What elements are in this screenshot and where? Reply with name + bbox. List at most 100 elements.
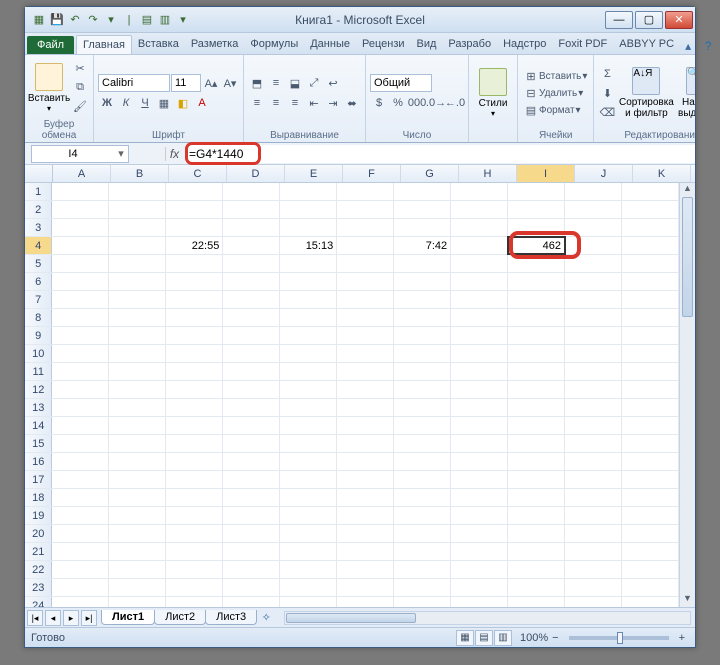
cell-G6[interactable] — [394, 273, 451, 290]
cell-I14[interactable] — [508, 417, 565, 434]
qat-more-icon[interactable]: ▾ — [103, 12, 119, 28]
cell-J24[interactable] — [565, 597, 622, 607]
close-button[interactable]: ✕ — [665, 11, 693, 29]
number-format-combo[interactable]: Общий — [370, 74, 432, 92]
cell-H11[interactable] — [451, 363, 508, 380]
cell-A14[interactable] — [52, 417, 109, 434]
minimize-button[interactable]: — — [605, 11, 633, 29]
cell-D22[interactable] — [223, 561, 280, 578]
row-header[interactable]: 17 — [25, 471, 52, 488]
file-tab[interactable]: Файл — [27, 36, 74, 54]
sheet-tab-Лист2[interactable]: Лист2 — [154, 610, 206, 625]
cell-C11[interactable] — [166, 363, 223, 380]
cell-D1[interactable] — [223, 183, 280, 200]
cell-D8[interactable] — [223, 309, 280, 326]
cell-A8[interactable] — [52, 309, 109, 326]
cell-D7[interactable] — [223, 291, 280, 308]
copy-icon[interactable]: ⧉ — [71, 79, 89, 97]
cell-D13[interactable] — [223, 399, 280, 416]
cell-G23[interactable] — [394, 579, 451, 596]
new-sheet-icon[interactable]: ✧ — [256, 611, 276, 624]
cell-C24[interactable] — [166, 597, 223, 607]
cell-E19[interactable] — [280, 507, 337, 524]
cell-H24[interactable] — [451, 597, 508, 607]
name-box[interactable]: I4▾ — [31, 145, 129, 163]
align-center-icon[interactable]: ≡ — [267, 94, 285, 112]
cell-E21[interactable] — [280, 543, 337, 560]
cell-J13[interactable] — [565, 399, 622, 416]
cell-J20[interactable] — [565, 525, 622, 542]
cell-F11[interactable] — [337, 363, 394, 380]
cell-A22[interactable] — [52, 561, 109, 578]
cell-C6[interactable] — [166, 273, 223, 290]
cell-G16[interactable] — [394, 453, 451, 470]
cell-G14[interactable] — [394, 417, 451, 434]
qat-extra2-icon[interactable]: ▥ — [157, 12, 173, 28]
cell-H18[interactable] — [451, 489, 508, 506]
delete-cells-button[interactable]: ⊟Удалить ▾ — [522, 85, 589, 101]
insert-cells-button[interactable]: ⊞Вставить ▾ — [522, 68, 589, 84]
cell-H23[interactable] — [451, 579, 508, 596]
cell-G18[interactable] — [394, 489, 451, 506]
zoom-knob[interactable] — [617, 632, 623, 644]
cell-F19[interactable] — [337, 507, 394, 524]
cell-K2[interactable] — [622, 201, 679, 218]
cell-I4[interactable]: 462 — [508, 237, 565, 254]
cell-A16[interactable] — [52, 453, 109, 470]
currency-icon[interactable]: $ — [370, 94, 388, 112]
cell-K18[interactable] — [622, 489, 679, 506]
cell-H3[interactable] — [451, 219, 508, 236]
cell-F15[interactable] — [337, 435, 394, 452]
cell-I1[interactable] — [508, 183, 565, 200]
minimize-ribbon-icon[interactable]: ▴ — [680, 38, 696, 54]
row-header[interactable]: 16 — [25, 453, 52, 470]
cell-I2[interactable] — [508, 201, 565, 218]
scroll-up-icon[interactable]: ▲ — [680, 183, 695, 197]
row-header[interactable]: 14 — [25, 417, 52, 434]
cell-C2[interactable] — [166, 201, 223, 218]
underline-icon[interactable]: Ч — [136, 94, 154, 112]
view-normal-icon[interactable]: ▦ — [456, 630, 474, 646]
cell-K15[interactable] — [622, 435, 679, 452]
cell-G12[interactable] — [394, 381, 451, 398]
decrease-indent-icon[interactable]: ⇤ — [305, 94, 323, 112]
cell-H17[interactable] — [451, 471, 508, 488]
cell-C17[interactable] — [166, 471, 223, 488]
cell-G4[interactable]: 7:42 — [394, 237, 451, 254]
cell-D2[interactable] — [223, 201, 280, 218]
cell-C15[interactable] — [166, 435, 223, 452]
cell-F1[interactable] — [337, 183, 394, 200]
fill-icon[interactable]: ⬇ — [598, 84, 616, 102]
cell-I12[interactable] — [508, 381, 565, 398]
cell-F7[interactable] — [337, 291, 394, 308]
col-header-B[interactable]: B — [111, 165, 169, 182]
row-header[interactable]: 12 — [25, 381, 52, 398]
cell-H6[interactable] — [451, 273, 508, 290]
cell-I8[interactable] — [508, 309, 565, 326]
cell-C23[interactable] — [166, 579, 223, 596]
cell-A9[interactable] — [52, 327, 109, 344]
cell-E11[interactable] — [280, 363, 337, 380]
maximize-button[interactable]: ▢ — [635, 11, 663, 29]
cell-E23[interactable] — [280, 579, 337, 596]
cell-G19[interactable] — [394, 507, 451, 524]
cell-J1[interactable] — [565, 183, 622, 200]
cell-I13[interactable] — [508, 399, 565, 416]
italic-icon[interactable]: К — [117, 94, 135, 112]
row-header[interactable]: 2 — [25, 201, 52, 218]
cell-I11[interactable] — [508, 363, 565, 380]
percent-icon[interactable]: % — [389, 94, 407, 112]
zoom-in-icon[interactable]: + — [675, 632, 689, 644]
cell-G2[interactable] — [394, 201, 451, 218]
sheet-tab-Лист3[interactable]: Лист3 — [205, 610, 257, 625]
cell-E9[interactable] — [280, 327, 337, 344]
cell-B2[interactable] — [109, 201, 166, 218]
tab-вставка[interactable]: Вставка — [132, 35, 185, 54]
font-size-combo[interactable]: 11 — [171, 74, 201, 92]
cell-C10[interactable] — [166, 345, 223, 362]
merge-icon[interactable]: ⬌ — [343, 94, 361, 112]
cell-J10[interactable] — [565, 345, 622, 362]
view-pagebreak-icon[interactable]: ▥ — [494, 630, 512, 646]
cell-F24[interactable] — [337, 597, 394, 607]
cell-I21[interactable] — [508, 543, 565, 560]
